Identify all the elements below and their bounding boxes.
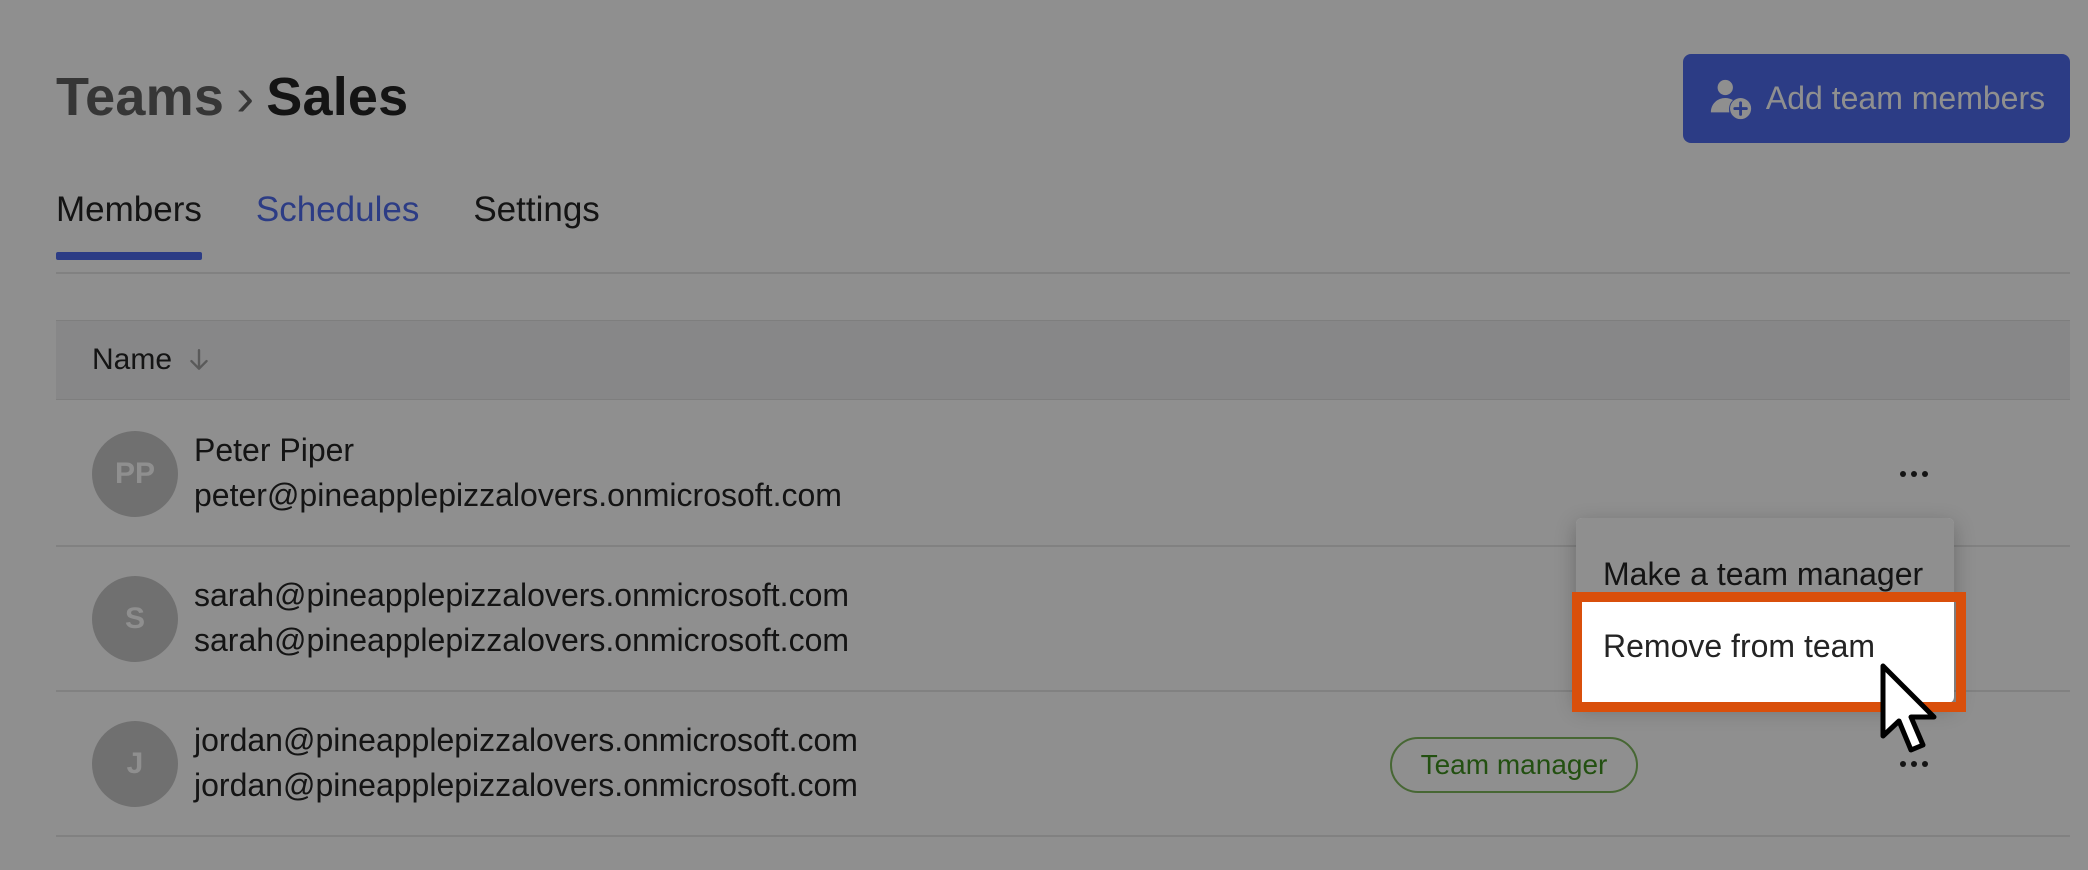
breadcrumb: Teams › Sales [56,66,408,128]
add-team-members-label: Add team members [1765,80,2046,116]
breadcrumb-separator: › [236,67,255,127]
avatar: J [92,721,178,807]
members-page: Teams › Sales Add team members Members S… [0,0,2088,870]
tab-members[interactable]: Members [56,190,202,260]
more-icon-dot [1911,471,1917,477]
menu-dim-overlay [1576,518,1954,598]
avatar: S [92,576,178,662]
table-row: J jordan@pineapplepizzalovers.onmicrosof… [56,692,2070,837]
tabs-divider [56,272,2070,274]
avatar: PP [92,431,178,517]
page-title: Sales [266,67,409,127]
mouse-pointer-icon [1880,663,1937,753]
more-icon-dot [1900,471,1906,477]
tab-schedules[interactable]: Schedules [256,190,419,260]
column-header-name[interactable]: Name [92,343,172,377]
member-name: sarah@pineapplepizzalovers.onmicrosoft.c… [194,577,850,613]
member-email: peter@pineapplepizzalovers.onmicrosoft.c… [194,477,842,513]
member-email: sarah@pineapplepizzalovers.onmicrosoft.c… [194,622,850,658]
member-email: jordan@pineapplepizzalovers.onmicrosoft.… [194,767,858,803]
tab-settings[interactable]: Settings [473,190,599,260]
add-team-members-button[interactable]: Add team members [1683,54,2070,143]
person-add-icon [1710,79,1752,119]
table-header: Name [56,320,2070,400]
arrow-down-icon[interactable] [186,347,212,373]
more-options-button[interactable] [1884,452,1944,496]
more-icon-dot [1922,471,1928,477]
member-name: Peter Piper [194,432,355,468]
member-name: jordan@pineapplepizzalovers.onmicrosoft.… [194,722,858,758]
tab-bar: Members Schedules Settings [56,190,600,260]
breadcrumb-teams-link[interactable]: Teams [56,66,224,128]
team-manager-badge: Team manager [1390,737,1638,793]
